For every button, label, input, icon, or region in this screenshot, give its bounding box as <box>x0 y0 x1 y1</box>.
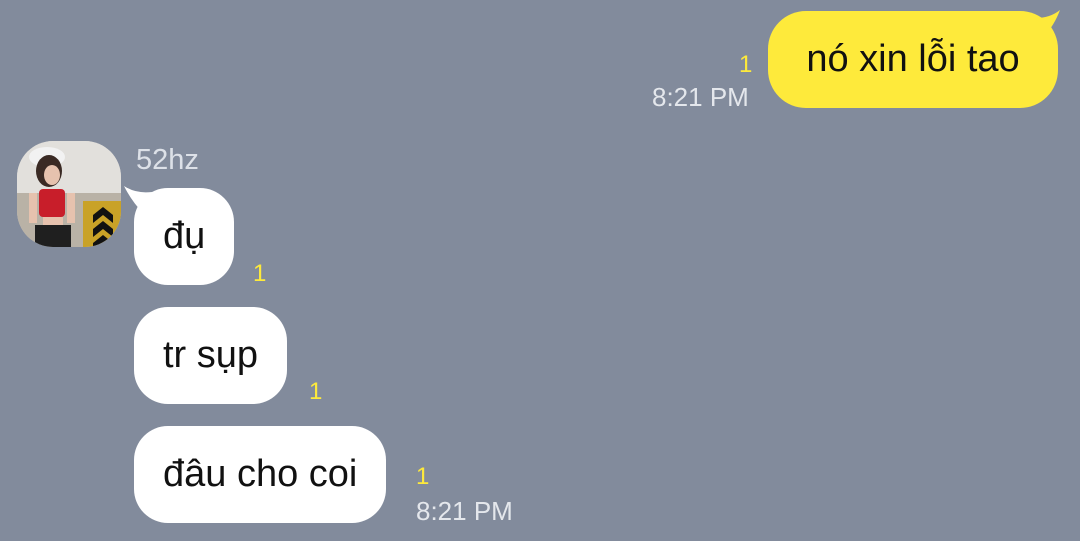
incoming-message-bubble[interactable]: đâu cho coi <box>134 426 387 523</box>
incoming-message-bubble[interactable]: đụ <box>134 188 235 285</box>
unread-count: 1 <box>253 260 267 287</box>
unread-count: 1 <box>309 378 323 405</box>
message-timestamp: 8:21 PM <box>416 496 513 526</box>
user-avatar-photo-icon <box>17 141 121 247</box>
outgoing-message-bubble[interactable]: nó xin lỗi tao <box>768 11 1058 108</box>
unread-count: 1 <box>416 463 430 490</box>
sender-avatar[interactable] <box>17 141 121 247</box>
sender-name[interactable]: 52hz <box>136 146 199 175</box>
unread-count: 1 <box>739 51 753 78</box>
incoming-message-bubble[interactable]: tr sụp <box>134 307 288 404</box>
message-timestamp: 8:21 PM <box>652 82 749 112</box>
